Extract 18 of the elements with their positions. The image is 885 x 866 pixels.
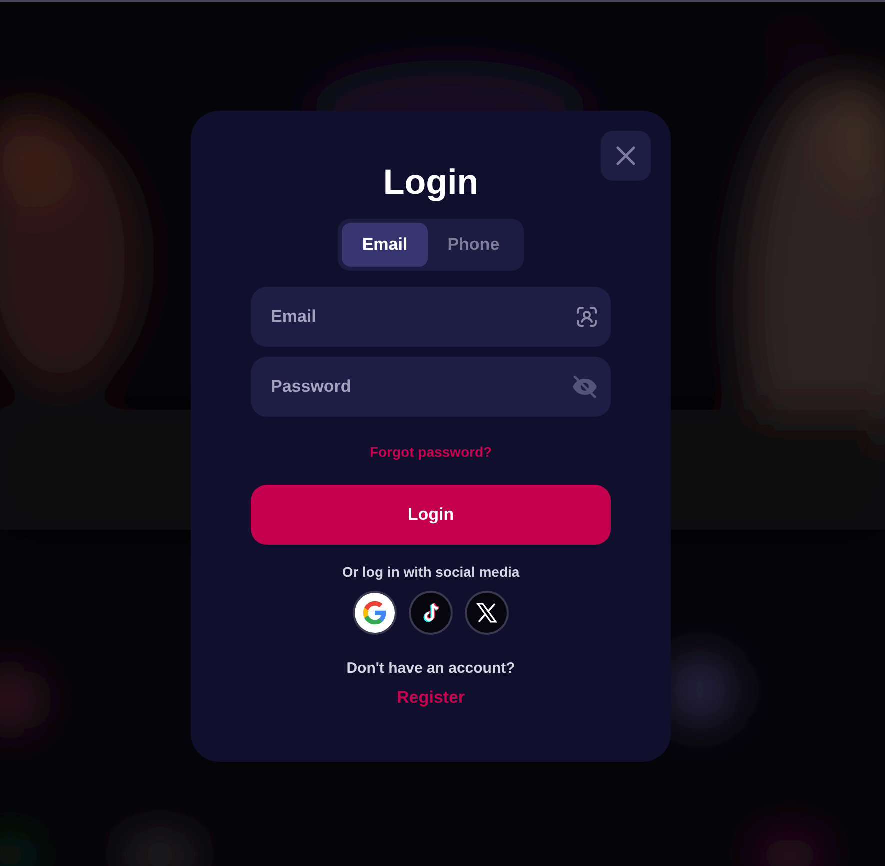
x-logo-icon [476, 602, 498, 624]
face-scan-icon [575, 304, 599, 328]
register-prompt: Don't have an account? [346, 660, 516, 676]
forgot-password-link[interactable]: Forgot password? [370, 444, 492, 460]
tiktok-button[interactable] [411, 592, 451, 632]
tab[interactable]: Email [342, 223, 428, 266]
email-field[interactable]: Email [251, 286, 611, 346]
social-caption: Or log in with social media [342, 564, 520, 580]
google-icon [361, 598, 389, 626]
dialog-title: Login [382, 163, 480, 203]
tab[interactable]: Phone [428, 223, 520, 266]
login-button[interactable]: Login [251, 484, 611, 544]
register-link[interactable]: Register [396, 688, 466, 706]
x-button[interactable] [467, 592, 507, 632]
password-field[interactable]: Password [251, 356, 611, 416]
google-button[interactable] [355, 592, 395, 632]
close-button[interactable] [601, 131, 651, 181]
close-icon [616, 146, 636, 166]
